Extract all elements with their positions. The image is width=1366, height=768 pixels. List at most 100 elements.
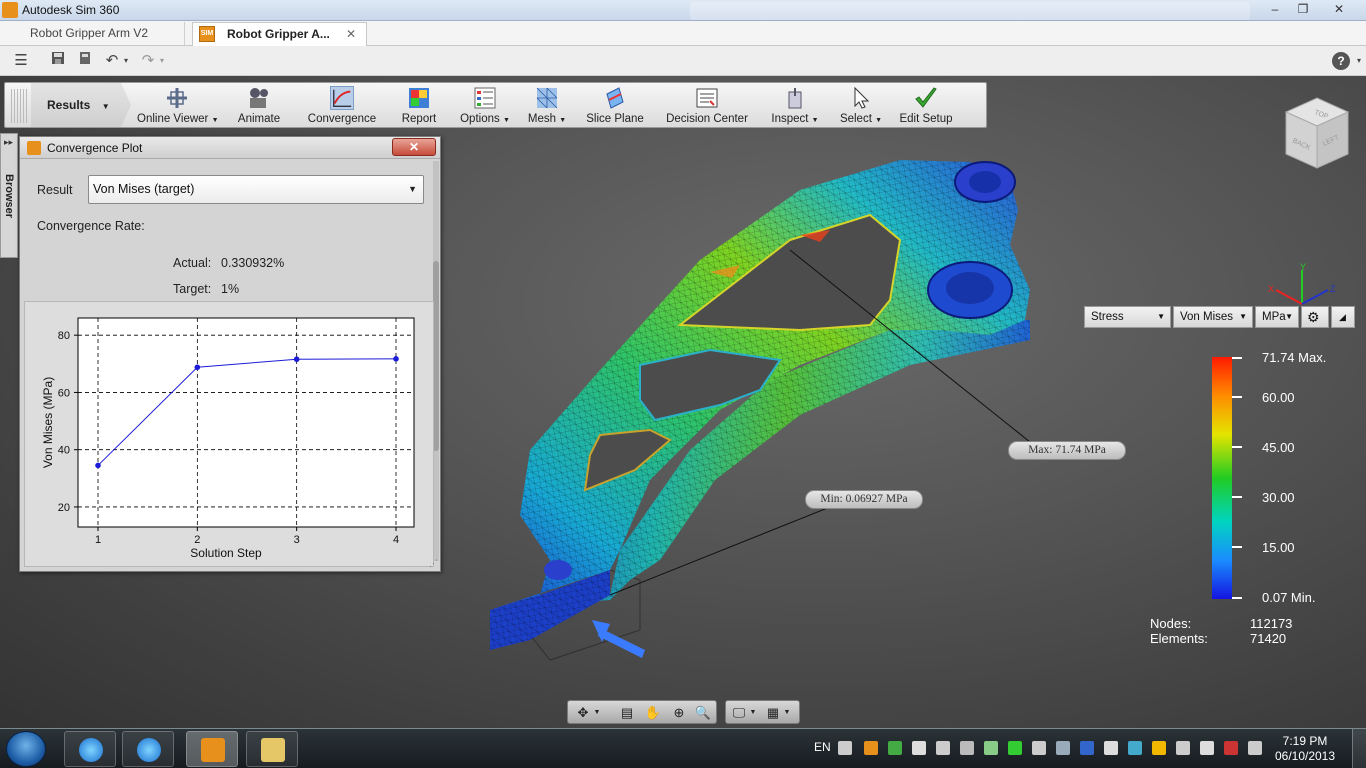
undo-icon[interactable]: ↶ xyxy=(103,51,121,71)
result-label: Result xyxy=(37,183,73,197)
result-component-dropdown[interactable]: Von Mises ▼ xyxy=(1173,306,1253,328)
result-type-dropdown[interactable]: Stress ▼ xyxy=(1084,306,1171,328)
ribbon-grip[interactable] xyxy=(11,89,27,123)
bluetooth-icon[interactable] xyxy=(1080,741,1094,755)
max-stress-callout: Max: 71.74 MPa xyxy=(1008,441,1126,460)
grid-icon[interactable]: ▦ xyxy=(764,704,782,722)
viewcube[interactable]: TOP BACK LEFT xyxy=(1282,96,1352,176)
close-tab-icon[interactable]: ✕ xyxy=(346,23,356,46)
decision-center-button[interactable]: Decision Center xyxy=(665,83,749,127)
inspect-button[interactable]: Inspect ▼ xyxy=(767,83,823,127)
dialog-header[interactable]: Convergence Plot ✕ xyxy=(20,137,440,159)
tray-app-icon[interactable] xyxy=(1056,741,1070,755)
legend-label-max: 71.74 Max. xyxy=(1262,350,1327,365)
tray-app-icon[interactable] xyxy=(888,741,902,755)
minimize-button[interactable]: ‒ xyxy=(1262,1,1288,18)
results-ribbon: Results ▼ Online Viewer ▼ Animate Conver… xyxy=(4,82,987,128)
look-at-icon[interactable]: ▤ xyxy=(618,704,636,722)
animate-label: Animate xyxy=(237,113,281,125)
tray-app-icon[interactable] xyxy=(984,741,998,755)
taskbar-ie-pinned[interactable] xyxy=(64,731,116,767)
display-settings-icon[interactable]: 🖵 xyxy=(730,704,748,722)
zoom-icon[interactable]: ⊕ xyxy=(670,704,688,722)
results-mode-tab[interactable]: Results ▼ xyxy=(31,83,131,127)
help-dropdown-chevron-icon[interactable]: ▾ xyxy=(1354,51,1364,71)
collapse-bar-button[interactable]: ◢ xyxy=(1331,306,1355,328)
navigation-bar: ✥ ▼ ▤ ✋ ⊕ 🔍 🖵 ▼ ▦ ▼ xyxy=(567,700,800,724)
tab-robot-gripper-active[interactable]: SIM Robot Gripper A... ✕ xyxy=(192,22,367,46)
save-as-icon[interactable] xyxy=(76,51,94,71)
save-icon[interactable] xyxy=(49,51,67,71)
help-icon[interactable]: ? xyxy=(1332,52,1350,70)
tray-app-icon[interactable] xyxy=(1248,741,1262,755)
close-dialog-button[interactable]: ✕ xyxy=(392,138,436,156)
redo-dropdown-chevron-icon[interactable]: ▾ xyxy=(157,51,167,71)
convergence-button[interactable]: Convergence xyxy=(305,83,379,127)
orbit-dropdown-chevron-icon[interactable]: ▼ xyxy=(592,704,602,722)
data-point xyxy=(293,356,300,363)
cursor-arrow-icon xyxy=(854,86,870,109)
taskbar-ie-window[interactable] xyxy=(122,731,174,767)
edit-setup-label: Edit Setup xyxy=(899,113,953,125)
edit-setup-button[interactable]: Edit Setup xyxy=(895,83,957,127)
online-viewer-button[interactable]: Online Viewer ▼ xyxy=(137,83,219,127)
undo-dropdown-chevron-icon[interactable]: ▾ xyxy=(121,51,131,71)
quick-access-toolbar: ☰ ↶ ▾ ↷ ▾ ? ▾ xyxy=(0,46,1366,76)
resize-grip-icon[interactable]: ⋰ xyxy=(429,558,438,569)
tray-app-icon[interactable] xyxy=(960,741,974,755)
taskbar-explorer-window[interactable] xyxy=(246,731,298,767)
tray-app-icon[interactable] xyxy=(1224,741,1238,755)
redo-icon[interactable]: ↷ xyxy=(139,51,157,71)
network-signal-icon[interactable] xyxy=(1104,741,1118,755)
browser-panel-tab[interactable]: ▸▸ Browser xyxy=(0,133,18,258)
tray-app-icon[interactable] xyxy=(936,741,950,755)
pan-hand-icon[interactable]: ✋ xyxy=(644,704,662,722)
tray-app-icon[interactable] xyxy=(912,741,926,755)
action-center-flag-icon[interactable] xyxy=(1200,741,1214,755)
decision-center-label: Decision Center xyxy=(666,113,748,125)
grid-dropdown-chevron-icon[interactable]: ▼ xyxy=(782,704,792,722)
keyboard-icon[interactable] xyxy=(838,741,852,755)
volume-icon[interactable] xyxy=(1176,741,1190,755)
sim-file-icon: SIM xyxy=(199,26,215,42)
show-desktop-button[interactable] xyxy=(1352,729,1366,768)
elements-value: 71420 xyxy=(1250,631,1287,646)
result-unit-dropdown[interactable]: MPa ▼ xyxy=(1255,306,1299,328)
convergence-chart: 1 2 3 4 20 40 60 80 Solution Step Von Mises (MPa) xyxy=(24,301,434,567)
tray-app-icon[interactable] xyxy=(1008,741,1022,755)
animate-button[interactable]: Animate xyxy=(231,83,287,127)
result-settings-button[interactable]: ⚙ xyxy=(1301,306,1329,328)
mesh-button[interactable]: Mesh ▼ xyxy=(527,83,567,127)
x-tick-label: 3 xyxy=(294,534,300,546)
orbit-icon[interactable]: ✥ xyxy=(574,704,592,722)
report-button[interactable]: Report xyxy=(395,83,443,127)
result-select[interactable]: Von Mises (target) ▼ xyxy=(88,175,424,204)
triangle-collapse-icon: ◢ xyxy=(1339,312,1346,322)
select-button[interactable]: Select ▼ xyxy=(839,83,883,127)
tray-app-icon[interactable] xyxy=(1032,741,1046,755)
x-tick-label: 2 xyxy=(194,534,200,546)
zoom-window-icon[interactable]: 🔍 xyxy=(694,704,712,722)
display-dropdown-chevron-icon[interactable]: ▼ xyxy=(748,704,758,722)
y-tick-label: 40 xyxy=(58,445,70,457)
language-indicator[interactable]: EN xyxy=(814,740,831,754)
result-component-value: Von Mises xyxy=(1180,311,1234,323)
taskbar-sim360-window[interactable] xyxy=(186,731,238,767)
inspect-label: Inspect xyxy=(771,113,809,125)
maximize-button[interactable]: ❐ xyxy=(1290,1,1316,18)
result-unit-value: MPa xyxy=(1262,311,1286,323)
tab-robot-gripper-arm-v2[interactable]: Robot Gripper Arm V2 xyxy=(20,22,185,46)
slice-plane-button[interactable]: Slice Plane xyxy=(585,83,645,127)
mesh-label: Mesh xyxy=(527,113,556,125)
tray-app-icon[interactable] xyxy=(1128,741,1142,755)
system-clock[interactable]: 7:19 PM 06/10/2013 xyxy=(1270,734,1340,764)
windows-start-button[interactable] xyxy=(6,731,46,767)
convergence-chart-svg: 1 2 3 4 20 40 60 80 Solution Step Von Mises (MPa) xyxy=(41,317,415,560)
tray-app-icon[interactable] xyxy=(1152,741,1166,755)
gripper-arm-model[interactable] xyxy=(470,150,1050,680)
options-button[interactable]: Options ▼ xyxy=(457,83,513,127)
hamburger-menu-icon[interactable]: ☰ xyxy=(10,51,32,71)
close-window-button[interactable]: ✕ xyxy=(1326,1,1352,18)
chevron-down-icon: ▼ xyxy=(1285,312,1293,321)
tray-app-icon[interactable] xyxy=(864,741,878,755)
